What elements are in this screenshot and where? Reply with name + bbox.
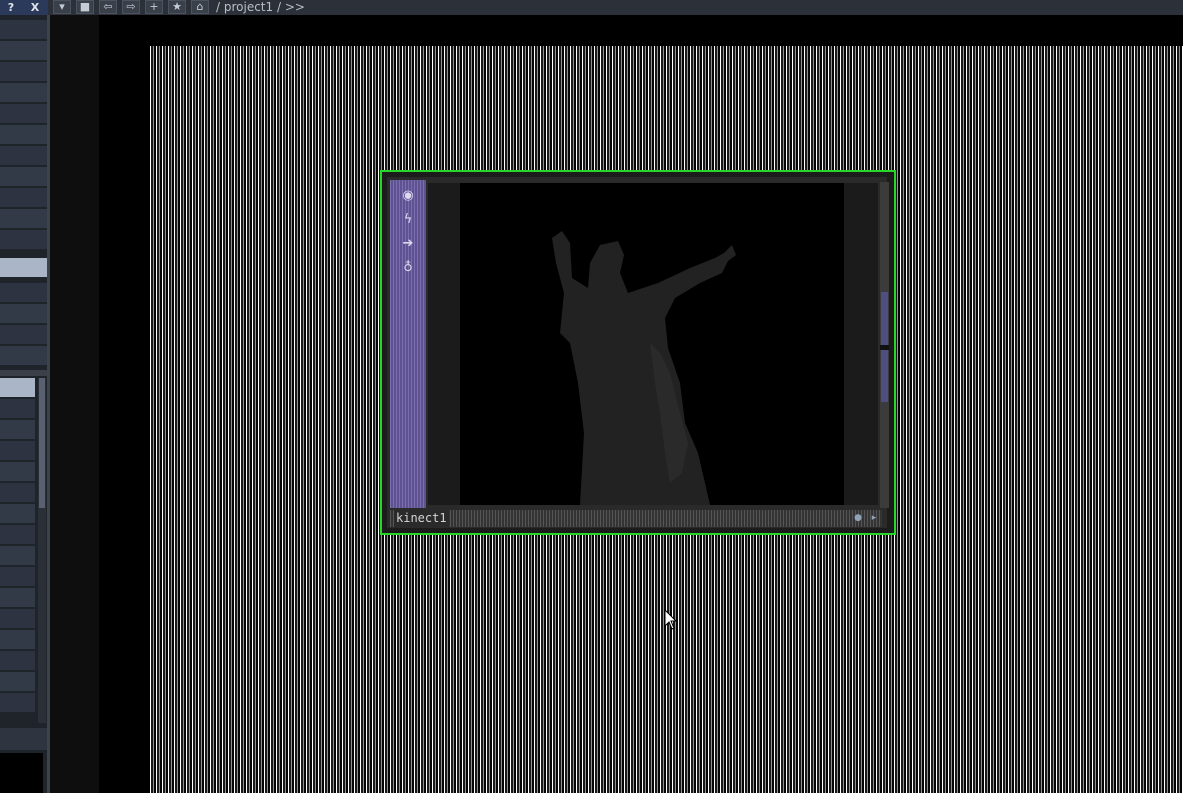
output-arrow-icon[interactable]: ➔ [400, 236, 416, 252]
list-item[interactable] [0, 230, 47, 249]
list-item[interactable] [0, 62, 47, 81]
list-item[interactable] [0, 693, 35, 712]
mouse-cursor-icon [664, 609, 678, 630]
node-info-icon[interactable]: ● [852, 512, 864, 524]
list-item[interactable] [0, 167, 47, 186]
list-item[interactable] [0, 462, 35, 481]
list-item[interactable] [0, 504, 35, 523]
node-name-bar[interactable]: kinect1 ● ▸ [390, 510, 882, 527]
node-viewer[interactable] [428, 183, 878, 505]
list-item[interactable] [0, 83, 47, 102]
node-arrow-icon[interactable]: ▸ [868, 512, 880, 524]
scrollbar-thumb[interactable] [39, 378, 45, 508]
silhouette-image [552, 231, 736, 505]
viewer-active-icon[interactable]: ◉ [400, 188, 416, 204]
canvas-margin [50, 15, 99, 793]
palette-panel [0, 15, 48, 793]
stop-icon[interactable]: ■ [76, 0, 94, 14]
panel-divider[interactable] [0, 370, 47, 376]
list-item-selected[interactable] [0, 378, 35, 397]
node-flag-bar: ◉ ϟ ➔ ♁ [390, 180, 426, 508]
list-item[interactable] [0, 672, 35, 691]
network-path[interactable]: / project1 / >> [216, 0, 305, 15]
back-arrow-icon[interactable]: ⇦ [99, 0, 117, 14]
list-item[interactable] [0, 41, 47, 60]
list-item[interactable] [0, 104, 47, 123]
list-item[interactable] [0, 525, 35, 544]
list-item-selected[interactable] [0, 258, 47, 277]
operator-node[interactable]: ◉ ϟ ➔ ♁ kinect1 ● ▸ [380, 170, 896, 535]
list-item[interactable] [0, 399, 35, 418]
cook-icon[interactable]: ϟ [400, 212, 416, 228]
connector-marker [880, 345, 889, 350]
add-icon[interactable]: + [145, 0, 163, 14]
list-item[interactable] [0, 441, 35, 460]
list-item[interactable] [0, 546, 35, 565]
forward-arrow-icon[interactable]: ⇨ [122, 0, 140, 14]
star-icon[interactable]: ★ [168, 0, 186, 14]
preview-box [0, 753, 43, 793]
list-item[interactable] [0, 609, 35, 628]
list-item[interactable] [0, 304, 47, 323]
list-item[interactable] [0, 125, 47, 144]
left-buttons: ? X [0, 0, 48, 15]
node-body: ◉ ϟ ➔ ♁ kinect1 ● ▸ [387, 177, 889, 528]
list-item[interactable] [0, 20, 47, 39]
viewer-left-pad [428, 183, 460, 505]
list-item[interactable] [0, 146, 47, 165]
node-output-connector[interactable] [880, 182, 889, 508]
toolbar: ? X ▾ ■ ⇦ ⇨ + ★ ⌂ / project1 / >> [0, 0, 1183, 15]
scrollbar-track[interactable] [38, 378, 46, 723]
viewer-right-pad [844, 183, 878, 505]
home-icon[interactable]: ⌂ [191, 0, 209, 14]
close-button[interactable]: X [26, 0, 44, 15]
help-button[interactable]: ? [2, 0, 20, 15]
menu-dropdown-icon[interactable]: ▾ [53, 0, 71, 14]
depth-image [460, 183, 844, 505]
list-item[interactable] [0, 483, 35, 502]
list-item[interactable] [0, 209, 47, 228]
list-item[interactable] [0, 188, 47, 207]
lock-icon[interactable]: ♁ [400, 260, 416, 276]
list-item[interactable] [0, 325, 47, 344]
list-item[interactable] [0, 651, 35, 670]
list-item[interactable] [0, 420, 35, 439]
list-item[interactable] [0, 567, 35, 586]
list-item[interactable] [0, 630, 35, 649]
list-item[interactable] [0, 346, 47, 365]
list-item[interactable] [0, 283, 47, 302]
list-item[interactable] [0, 588, 35, 607]
node-name[interactable]: kinect1 [394, 510, 449, 527]
panel-footer [0, 728, 47, 750]
